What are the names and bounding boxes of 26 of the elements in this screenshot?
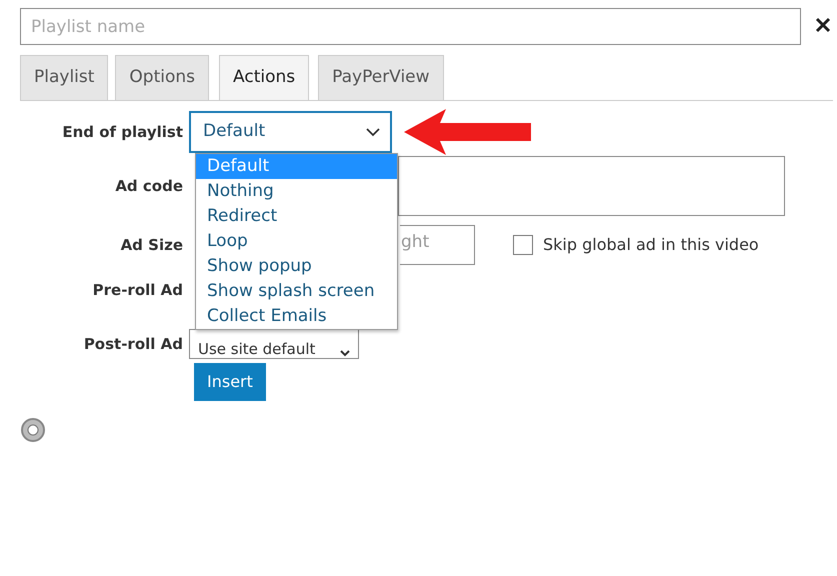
field-label: Ad Size	[120, 234, 184, 256]
loading-spinner-icon	[20, 417, 46, 443]
field-label: Ad code	[114, 176, 184, 197]
field-label: End of playlist	[61, 122, 184, 143]
checkbox-label: Skip global ad in this video	[543, 234, 759, 256]
field-label: Post-roll Ad	[82, 334, 184, 355]
caret-icon	[340, 350, 350, 357]
dropdown-option[interactable]: Loop	[196, 229, 397, 254]
tab[interactable]: Actions	[219, 55, 310, 100]
dropdown-option[interactable]: Nothing	[196, 179, 397, 204]
ad-code-textarea[interactable]	[398, 156, 785, 216]
chevron-down-icon	[366, 128, 380, 136]
dropdown-option[interactable]: Show splash screen	[196, 279, 397, 304]
dropdown-option[interactable]: Redirect	[196, 204, 397, 229]
checkbox[interactable]	[513, 235, 533, 255]
dropdown-select[interactable]: Default	[189, 111, 392, 153]
arrow-pointer-icon	[404, 109, 531, 155]
dropdown-option[interactable]: Show popup	[196, 254, 397, 279]
tab[interactable]: PayPerView	[318, 55, 444, 100]
name-field[interactable]: Playlist name	[20, 8, 801, 45]
insert-button[interactable]: Insert	[194, 363, 266, 401]
post-roll-select[interactable]: Use site default	[189, 329, 359, 359]
field-label: Pre-roll Ad	[92, 280, 184, 301]
tab[interactable]: Options	[115, 55, 210, 100]
tab[interactable]: Playlist	[20, 55, 108, 100]
dropdown-option[interactable]: Collect Emails	[196, 304, 397, 329]
